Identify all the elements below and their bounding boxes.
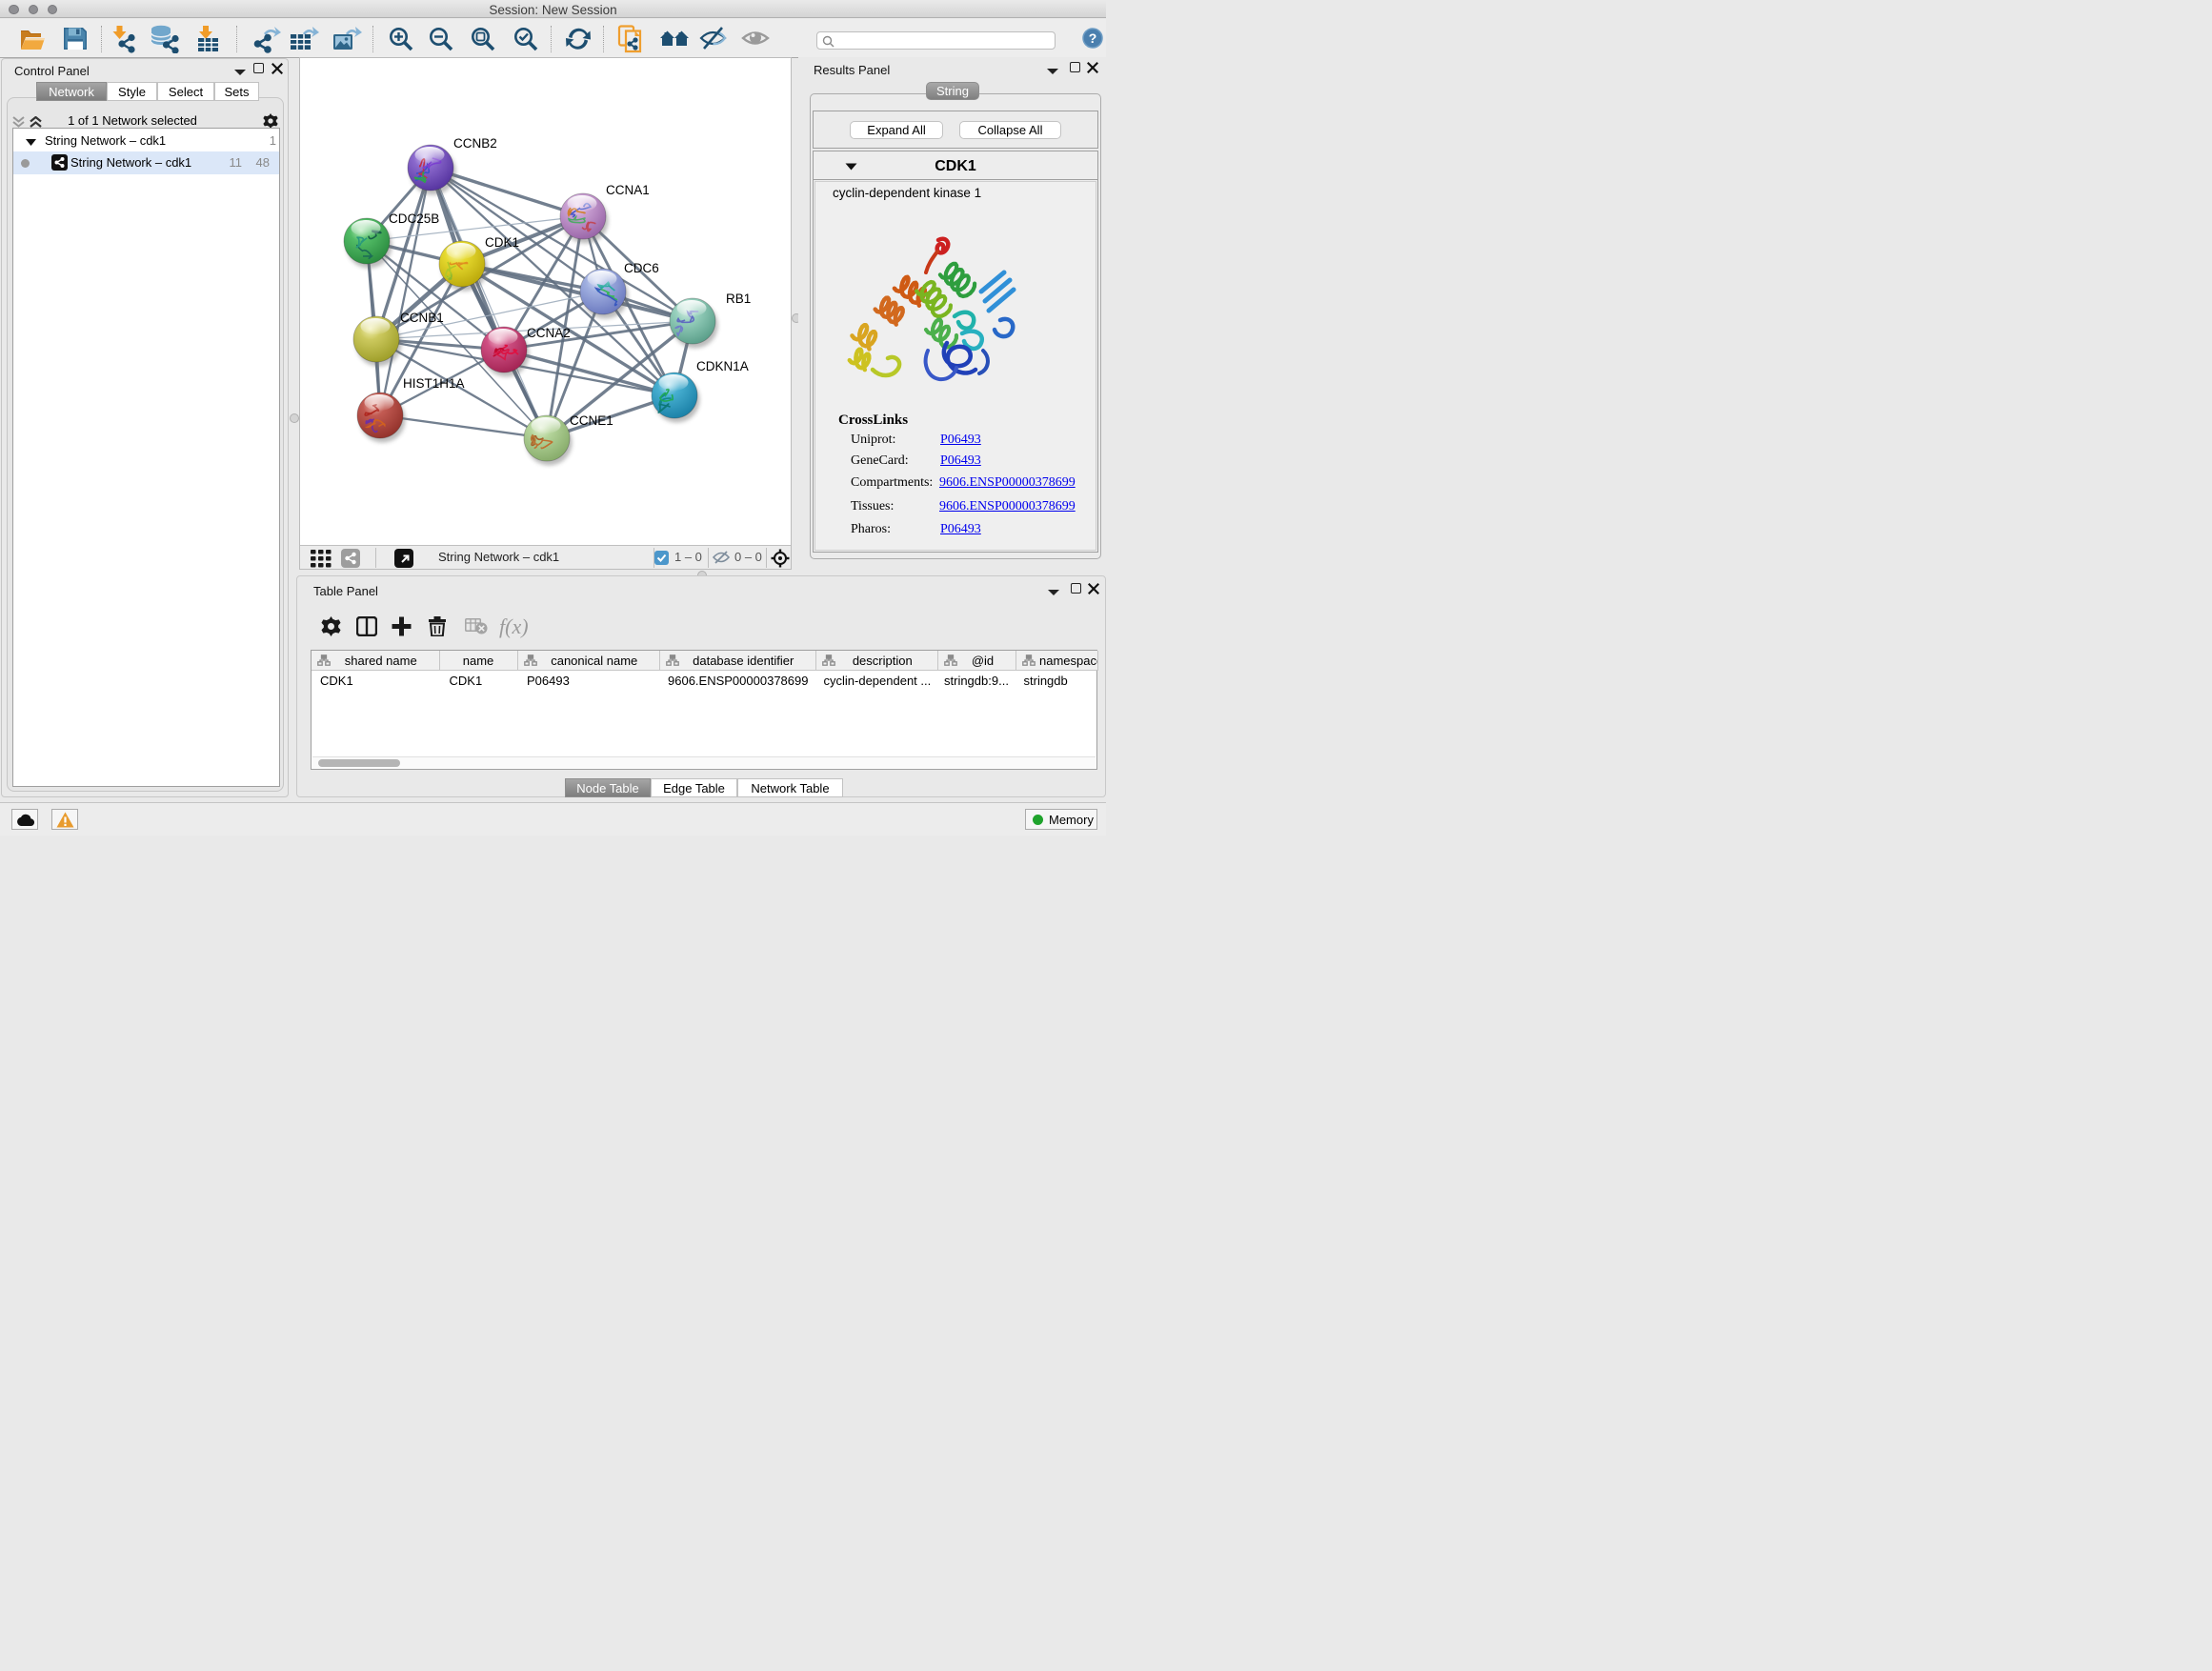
svg-text:CCNA2: CCNA2 <box>527 326 571 340</box>
svg-text:CCNA1: CCNA1 <box>606 183 650 197</box>
svg-text:CCNB2: CCNB2 <box>453 136 497 151</box>
svg-text:?: ? <box>1089 30 1097 46</box>
svg-text:CDC25B: CDC25B <box>389 211 439 226</box>
svg-text:CCNE1: CCNE1 <box>570 413 613 428</box>
svg-text:CCNB1: CCNB1 <box>400 311 444 325</box>
svg-text:CDKN1A: CDKN1A <box>696 359 749 373</box>
svg-text:CDK1: CDK1 <box>485 235 519 250</box>
svg-text:RB1: RB1 <box>726 292 751 306</box>
svg-text:CDC6: CDC6 <box>624 261 659 275</box>
svg-text:HIST1H1A: HIST1H1A <box>403 376 465 391</box>
